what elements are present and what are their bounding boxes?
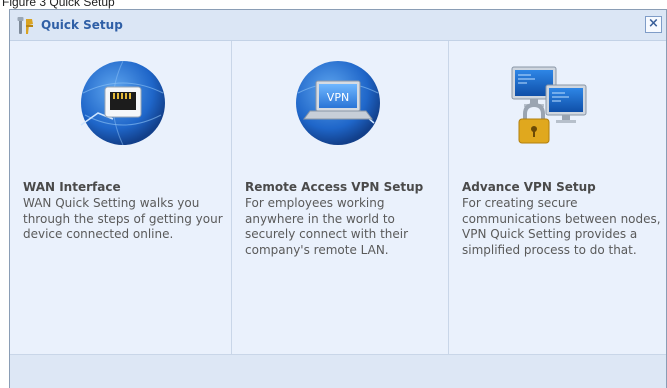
advance-vpn-description: For creating secure communications betwe… — [462, 196, 661, 257]
figure-caption: Figure 3 Quick Setup — [2, 0, 115, 9]
close-icon: × — [648, 16, 659, 31]
monitors-padlock-icon — [511, 66, 587, 144]
wan-interface-card[interactable]: WAN Interface WAN Quick Setting walks yo… — [10, 41, 232, 354]
advance-vpn-title: Advance VPN Setup — [462, 180, 596, 194]
dialog-title: Quick Setup — [41, 18, 123, 32]
setup-options: WAN Interface WAN Quick Setting walks yo… — [10, 41, 666, 354]
remote-access-vpn-title: Remote Access VPN Setup — [245, 180, 424, 194]
wan-interface-title: WAN Interface — [23, 180, 121, 194]
ethernet-globe-icon — [80, 60, 165, 146]
wan-interface-description: WAN Quick Setting walks you through the … — [23, 196, 223, 241]
dialog-titlebar: Quick Setup × — [10, 10, 666, 41]
vpn-screen-label: VPN — [327, 91, 349, 104]
advance-vpn-card[interactable]: Advance VPN Setup For creating secure co… — [449, 41, 666, 354]
remote-access-vpn-card[interactable]: VPN Remote Access VPN Setup For employee… — [232, 41, 449, 354]
remote-access-vpn-description: For employees working anywhere in the wo… — [245, 196, 409, 257]
laptop-vpn-globe-icon: VPN — [296, 61, 380, 145]
wizard-tools-icon — [17, 17, 33, 34]
quick-setup-dialog: Quick Setup × WAN Interface WAN Quick Se… — [9, 9, 667, 388]
close-button[interactable]: × — [645, 16, 662, 33]
dialog-footer — [10, 354, 666, 388]
